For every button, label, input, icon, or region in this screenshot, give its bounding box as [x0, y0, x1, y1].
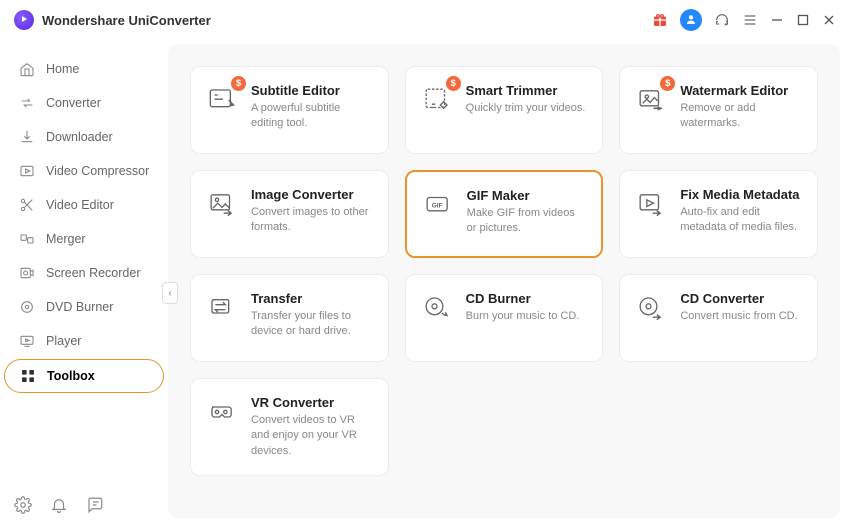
dvd-icon: [18, 298, 36, 316]
tool-gif-maker[interactable]: GIF GIF Maker Make GIF from videos or pi…: [405, 170, 604, 258]
tool-smart-trimmer[interactable]: $ Smart Trimmer Quickly trim your videos…: [405, 66, 604, 154]
tool-subtitle-editor[interactable]: $ Subtitle Editor A powerful subtitle ed…: [190, 66, 389, 154]
card-desc: Convert music from CD.: [680, 309, 797, 324]
sidebar-item-label: Video Editor: [46, 198, 114, 212]
feedback-icon[interactable]: [86, 496, 104, 514]
title-bar: Wondershare UniConverter: [0, 0, 850, 40]
tool-cd-converter[interactable]: CD Converter Convert music from CD.: [619, 274, 818, 362]
card-title: Image Converter: [251, 187, 374, 202]
collapse-sidebar-button[interactable]: ‹: [162, 282, 178, 304]
tool-cd-burner[interactable]: CD Burner Burn your music to CD.: [405, 274, 604, 362]
tool-image-converter[interactable]: Image Converter Convert images to other …: [190, 170, 389, 258]
maximize-button[interactable]: [796, 13, 810, 27]
app-logo-icon: [14, 10, 34, 30]
minimize-button[interactable]: [770, 13, 784, 27]
transfer-icon: [205, 291, 239, 325]
card-desc: Auto-fix and edit metadata of media file…: [680, 205, 803, 236]
settings-icon[interactable]: [14, 496, 32, 514]
card-title: VR Converter: [251, 395, 374, 410]
sidebar-item-label: Downloader: [46, 130, 113, 144]
sidebar: Home Converter Downloader Video Compress…: [0, 40, 168, 528]
gif-maker-icon: GIF: [421, 188, 455, 222]
card-title: CD Burner: [466, 291, 580, 306]
scissors-icon: [18, 196, 36, 214]
sidebar-item-player[interactable]: Player: [4, 325, 164, 357]
card-desc: A powerful subtitle editing tool.: [251, 101, 374, 132]
card-desc: Make GIF from videos or pictures.: [467, 206, 588, 237]
card-desc: Quickly trim your videos.: [466, 101, 586, 116]
menu-icon[interactable]: [742, 12, 758, 28]
sidebar-item-recorder[interactable]: Screen Recorder: [4, 257, 164, 289]
topbar-actions: [652, 9, 836, 31]
player-icon: [18, 332, 36, 350]
sidebar-item-label: Merger: [46, 232, 86, 246]
card-desc: Transfer your files to device or hard dr…: [251, 309, 374, 340]
layout: Home Converter Downloader Video Compress…: [0, 40, 850, 528]
tool-transfer[interactable]: Transfer Transfer your files to device o…: [190, 274, 389, 362]
toolbox-icon: [19, 367, 37, 385]
sidebar-item-label: Toolbox: [47, 369, 95, 383]
card-title: Subtitle Editor: [251, 83, 374, 98]
sidebar-item-downloader[interactable]: Downloader: [4, 121, 164, 153]
recorder-icon: [18, 264, 36, 282]
sidebar-item-label: Home: [46, 62, 79, 76]
vr-converter-icon: [205, 395, 239, 429]
sidebar-item-label: Converter: [46, 96, 101, 110]
tool-vr-converter[interactable]: VR Converter Convert videos to VR and en…: [190, 378, 389, 476]
app-logo-wrap: Wondershare UniConverter: [14, 10, 211, 30]
gift-icon[interactable]: [652, 12, 668, 28]
sidebar-item-home[interactable]: Home: [4, 53, 164, 85]
card-desc: Convert videos to VR and enjoy on your V…: [251, 413, 374, 459]
compressor-icon: [18, 162, 36, 180]
sidebar-item-editor[interactable]: Video Editor: [4, 189, 164, 221]
badge-icon: $: [660, 76, 675, 91]
card-title: Watermark Editor: [680, 83, 803, 98]
close-button[interactable]: [822, 13, 836, 27]
sidebar-item-label: Video Compressor: [46, 164, 149, 178]
card-desc: Burn your music to CD.: [466, 309, 580, 324]
cd-converter-icon: [634, 291, 668, 325]
sidebar-item-label: DVD Burner: [46, 300, 113, 314]
watermark-editor-icon: $: [634, 83, 668, 117]
support-icon[interactable]: [714, 12, 730, 28]
sidebar-item-dvd[interactable]: DVD Burner: [4, 291, 164, 323]
tools-grid: $ Subtitle Editor A powerful subtitle ed…: [190, 66, 818, 476]
converter-icon: [18, 94, 36, 112]
smart-trimmer-icon: $: [420, 83, 454, 117]
user-avatar-icon[interactable]: [680, 9, 702, 31]
home-icon: [18, 60, 36, 78]
card-desc: Convert images to other formats.: [251, 205, 374, 236]
sidebar-item-label: Screen Recorder: [46, 266, 141, 280]
sidebar-item-converter[interactable]: Converter: [4, 87, 164, 119]
sidebar-item-toolbox[interactable]: Toolbox: [4, 359, 164, 393]
sidebar-item-label: Player: [46, 334, 81, 348]
main-content: $ Subtitle Editor A powerful subtitle ed…: [168, 44, 840, 518]
card-title: GIF Maker: [467, 188, 588, 203]
badge-icon: $: [446, 76, 461, 91]
merger-icon: [18, 230, 36, 248]
cd-burner-icon: [420, 291, 454, 325]
card-title: Fix Media Metadata: [680, 187, 803, 202]
download-icon: [18, 128, 36, 146]
sidebar-bottom: [0, 486, 168, 528]
tool-watermark-editor[interactable]: $ Watermark Editor Remove or add waterma…: [619, 66, 818, 154]
card-title: Transfer: [251, 291, 374, 306]
svg-text:GIF: GIF: [431, 203, 442, 210]
subtitle-editor-icon: $: [205, 83, 239, 117]
sidebar-item-merger[interactable]: Merger: [4, 223, 164, 255]
notifications-icon[interactable]: [50, 496, 68, 514]
card-title: CD Converter: [680, 291, 797, 306]
sidebar-item-compressor[interactable]: Video Compressor: [4, 155, 164, 187]
badge-icon: $: [231, 76, 246, 91]
card-desc: Remove or add watermarks.: [680, 101, 803, 132]
fix-metadata-icon: [634, 187, 668, 221]
image-converter-icon: [205, 187, 239, 221]
app-title: Wondershare UniConverter: [42, 13, 211, 28]
tool-fix-metadata[interactable]: Fix Media Metadata Auto-fix and edit met…: [619, 170, 818, 258]
card-title: Smart Trimmer: [466, 83, 586, 98]
